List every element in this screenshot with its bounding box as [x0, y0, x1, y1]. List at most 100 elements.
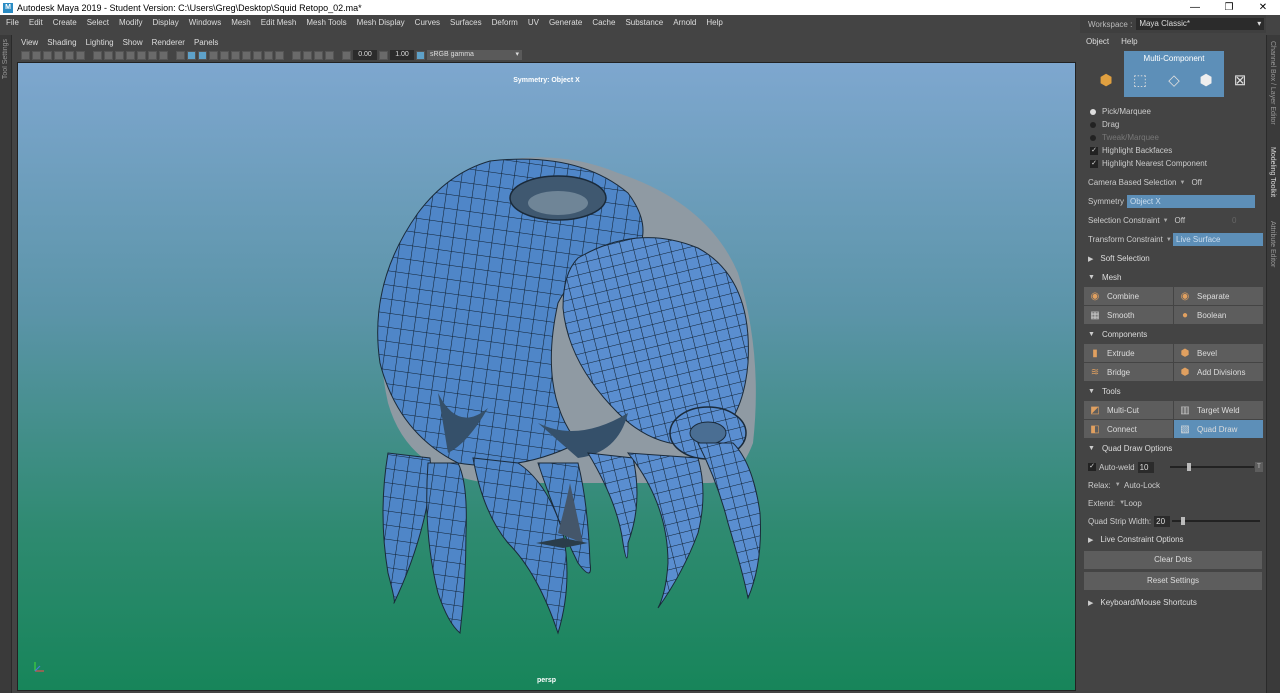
2d-pan-zoom-icon[interactable] — [76, 50, 85, 60]
auto-weld-slider-handle[interactable] — [1186, 463, 1191, 471]
panel-menu-shading[interactable]: Shading — [47, 38, 76, 47]
collapsed-arrow-icon[interactable]: ▶ — [1088, 536, 1093, 544]
mesh-section-header[interactable]: ▼ Mesh — [1080, 268, 1266, 287]
quad-strip-width-slider-handle[interactable] — [1180, 517, 1185, 525]
menu-file[interactable]: File — [6, 18, 19, 27]
extend-value[interactable]: Loop — [1124, 499, 1142, 508]
field-chart-icon[interactable] — [137, 50, 146, 60]
panel-menu-show[interactable]: Show — [123, 38, 143, 47]
menu-cache[interactable]: Cache — [592, 18, 615, 27]
auto-weld-field[interactable]: 10 — [1137, 461, 1154, 473]
bookmark-icon[interactable] — [43, 50, 52, 60]
tool-settings-strip[interactable]: Tool Settings — [0, 35, 12, 693]
face-mode-icon[interactable]: ⬢ — [1198, 73, 1214, 89]
grid-icon[interactable] — [93, 50, 102, 60]
squid-mesh[interactable] — [18, 63, 1076, 691]
menu-create[interactable]: Create — [53, 18, 77, 27]
selection-constraint-value[interactable]: Off — [1175, 216, 1186, 225]
bridge-button[interactable]: ≋ Bridge — [1084, 363, 1173, 381]
quad-strip-width-slider[interactable] — [1172, 520, 1260, 522]
auto-weld-options-button[interactable]: T — [1255, 462, 1263, 472]
symmetry-field[interactable]: Object X — [1127, 195, 1255, 208]
attribute-editor-tab[interactable]: Attribute Editor — [1269, 221, 1276, 267]
collapsed-arrow-icon[interactable]: ▶ — [1088, 255, 1093, 263]
panel-menu-view[interactable]: View — [21, 38, 38, 47]
dropdown-arrow-icon[interactable]: ▼ — [1166, 237, 1172, 243]
expanded-arrow-icon[interactable]: ▼ — [1088, 388, 1095, 395]
expanded-arrow-icon[interactable]: ▼ — [1088, 274, 1095, 281]
xray-icon[interactable] — [303, 50, 312, 60]
smooth-button[interactable]: ▦ Smooth — [1084, 306, 1173, 324]
menu-edit[interactable]: Edit — [29, 18, 43, 27]
live-constraint-options-header[interactable]: ▶ Live Constraint Options — [1080, 530, 1266, 549]
motion-blur-icon[interactable] — [253, 50, 262, 60]
keyboard-shortcuts-header[interactable]: ▶ Keyboard/Mouse Shortcuts — [1080, 593, 1266, 612]
wireframe-on-shaded-icon[interactable] — [198, 50, 207, 60]
gamma-icon[interactable] — [379, 50, 388, 60]
gate-mask-icon[interactable] — [126, 50, 135, 60]
radio-icon[interactable] — [1090, 121, 1096, 128]
quad-strip-width-field[interactable]: 20 — [1154, 515, 1171, 527]
isolate-select-icon[interactable] — [292, 50, 301, 60]
checkbox-icon[interactable]: ✓ — [1090, 146, 1098, 155]
film-gate-icon[interactable] — [104, 50, 113, 60]
anti-aliasing-icon[interactable] — [264, 50, 273, 60]
workspace-dropdown[interactable]: Maya Classic* — [1136, 18, 1265, 30]
maximize-icon[interactable]: ❐ — [1212, 0, 1246, 15]
gamma-field[interactable]: 1.00 — [390, 50, 414, 60]
object-mode-icon[interactable]: ⬢ — [1098, 73, 1114, 89]
minimize-icon[interactable]: — — [1178, 0, 1212, 15]
camera-based-selection-row[interactable]: Camera Based Selection ▼ Off — [1080, 173, 1266, 192]
color-management-icon[interactable] — [416, 50, 425, 60]
safe-action-icon[interactable] — [148, 50, 157, 60]
radio-icon[interactable] — [1090, 108, 1096, 115]
reset-settings-button[interactable]: Reset Settings — [1084, 572, 1262, 590]
image-plane-icon[interactable] — [54, 50, 63, 60]
xray-joints-icon[interactable] — [325, 50, 334, 60]
use-all-lights-icon[interactable] — [220, 50, 229, 60]
menu-modify[interactable]: Modify — [119, 18, 143, 27]
toolkit-menu-object[interactable]: Object — [1086, 37, 1109, 46]
separate-button[interactable]: ◉ Separate — [1174, 287, 1263, 305]
camera-attributes-icon[interactable] — [32, 50, 41, 60]
shadows-icon[interactable] — [231, 50, 240, 60]
boolean-button[interactable]: ● Boolean — [1174, 306, 1263, 324]
checkbox-icon[interactable]: ✓ — [1090, 159, 1098, 168]
wireframe-icon[interactable] — [176, 50, 185, 60]
uv-mode-icon[interactable]: ⊠ — [1232, 73, 1248, 89]
modeling-toolkit-tab[interactable]: Modeling Toolkit — [1269, 147, 1276, 197]
connect-button[interactable]: ◧ Connect — [1084, 420, 1173, 438]
selection-constraint-row[interactable]: Selection Constraint ▼ Off 0 — [1080, 211, 1266, 230]
menu-display[interactable]: Display — [153, 18, 179, 27]
channel-box-tab[interactable]: Channel Box / Layer Editor — [1269, 41, 1276, 125]
toolkit-menu-help[interactable]: Help — [1121, 37, 1137, 46]
camera-based-selection-value[interactable]: Off — [1191, 178, 1202, 187]
auto-weld-checkbox[interactable]: ✓ — [1088, 463, 1096, 471]
menu-generate[interactable]: Generate — [549, 18, 582, 27]
expanded-arrow-icon[interactable]: ▼ — [1088, 331, 1095, 338]
soft-selection-section[interactable]: ▶ Soft Selection — [1080, 249, 1266, 268]
resolution-gate-icon[interactable] — [115, 50, 124, 60]
expanded-arrow-icon[interactable]: ▼ — [1088, 445, 1095, 452]
symmetry-row[interactable]: Symmetry▼Object X — [1080, 192, 1266, 211]
menu-uv[interactable]: UV — [528, 18, 539, 27]
extrude-button[interactable]: ▮ Extrude — [1084, 344, 1173, 362]
extend-row[interactable]: Extend: ▼ Loop — [1080, 494, 1266, 512]
relax-row[interactable]: Relax: ▼ Auto-Lock — [1080, 476, 1266, 494]
menu-deform[interactable]: Deform — [492, 18, 518, 27]
menu-edit-mesh[interactable]: Edit Mesh — [261, 18, 297, 27]
radio-icon[interactable] — [1090, 134, 1096, 141]
quad-draw-options-header[interactable]: ▼ Quad Draw Options — [1080, 439, 1266, 458]
menu-help[interactable]: Help — [706, 18, 722, 27]
exposure-icon[interactable] — [342, 50, 351, 60]
view-transform-dropdown[interactable]: sRGB gamma — [427, 50, 522, 60]
dropdown-arrow-icon[interactable]: ▼ — [1115, 482, 1121, 488]
highlight-nearest-component-checkbox[interactable]: ✓ Highlight Nearest Component — [1080, 157, 1266, 170]
menu-surfaces[interactable]: Surfaces — [450, 18, 482, 27]
ambient-occlusion-icon[interactable] — [242, 50, 251, 60]
drag-option[interactable]: Drag — [1080, 118, 1266, 131]
dropdown-arrow-icon[interactable]: ▼ — [1180, 180, 1186, 186]
safe-title-icon[interactable] — [159, 50, 168, 60]
textured-icon[interactable] — [209, 50, 218, 60]
highlight-backfaces-checkbox[interactable]: ✓ Highlight Backfaces — [1080, 144, 1266, 157]
